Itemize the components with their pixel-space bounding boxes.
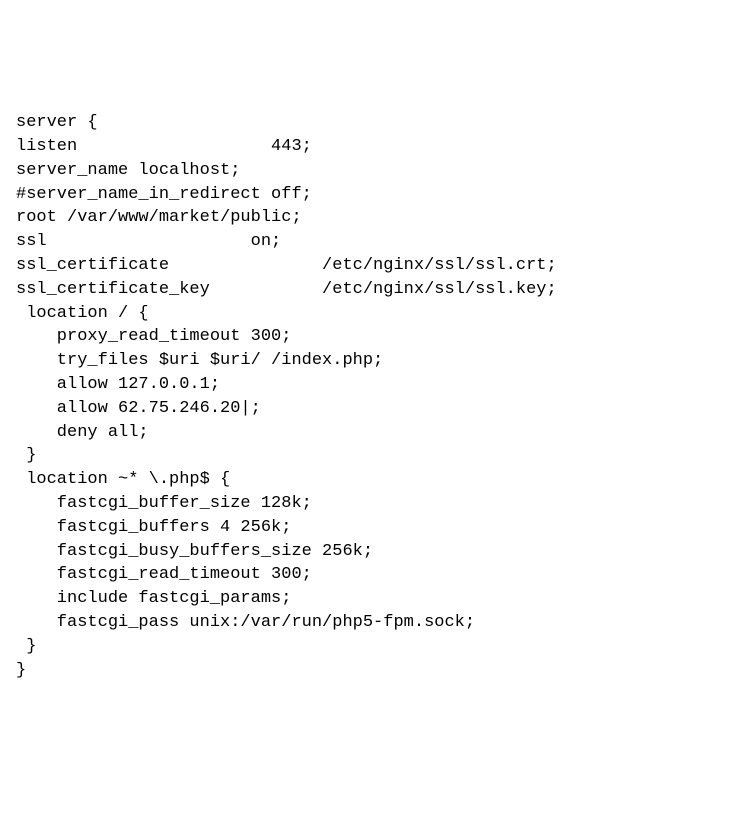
code-line: allow 62.75.246.20|; bbox=[16, 397, 731, 421]
code-line: fastcgi_buffer_size 128k; bbox=[16, 492, 731, 516]
code-line: proxy_read_timeout 300; bbox=[16, 325, 731, 349]
code-line: include fastcgi_params; bbox=[16, 587, 731, 611]
code-line: server { bbox=[16, 111, 731, 135]
code-line: ssl_certificate /etc/nginx/ssl/ssl.crt; bbox=[16, 254, 731, 278]
code-line: location ~* \.php$ { bbox=[16, 468, 731, 492]
code-line: deny all; bbox=[16, 421, 731, 445]
code-line: listen 443; bbox=[16, 135, 731, 159]
code-line: try_files $uri $uri/ /index.php; bbox=[16, 349, 731, 373]
code-line: fastcgi_buffers 4 256k; bbox=[16, 516, 731, 540]
code-line: fastcgi_busy_buffers_size 256k; bbox=[16, 540, 731, 564]
code-line: ssl_certificate_key /etc/nginx/ssl/ssl.k… bbox=[16, 278, 731, 302]
code-line: server_name localhost; bbox=[16, 159, 731, 183]
nginx-config-code-block: server {listen 443;server_name localhost… bbox=[16, 111, 731, 682]
code-line: allow 127.0.0.1; bbox=[16, 373, 731, 397]
code-line: } bbox=[16, 659, 731, 683]
code-line: root /var/www/market/public; bbox=[16, 206, 731, 230]
code-line: location / { bbox=[16, 302, 731, 326]
code-line: fastcgi_pass unix:/var/run/php5-fpm.sock… bbox=[16, 611, 731, 635]
code-line: ssl on; bbox=[16, 230, 731, 254]
code-line: } bbox=[16, 444, 731, 468]
code-line: fastcgi_read_timeout 300; bbox=[16, 563, 731, 587]
code-line: #server_name_in_redirect off; bbox=[16, 183, 731, 207]
code-line: } bbox=[16, 635, 731, 659]
